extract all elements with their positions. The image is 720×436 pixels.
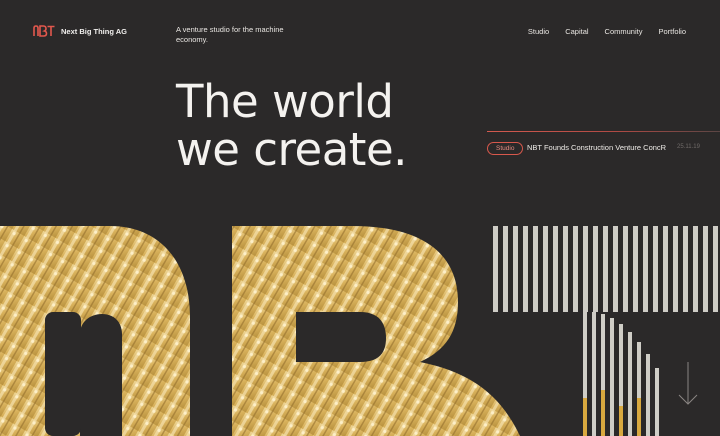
nav-studio[interactable]: Studio bbox=[528, 27, 549, 36]
news-category-badge[interactable]: Studio bbox=[487, 142, 524, 155]
hero-title-line-1: The world bbox=[176, 75, 394, 128]
main-nav: Studio Capital Community Portfolio bbox=[528, 27, 686, 36]
nbt-logo-icon bbox=[33, 25, 55, 37]
arrow-down-icon[interactable] bbox=[678, 362, 698, 406]
news-ticker: Studio NBT Founds Construction Venture C… bbox=[487, 131, 720, 161]
news-date: 25.11.19 bbox=[677, 144, 700, 150]
news-divider bbox=[487, 131, 720, 132]
nav-community[interactable]: Community bbox=[605, 27, 643, 36]
news-headline-link[interactable]: NBT Founds Construction Venture ConcR bbox=[527, 143, 666, 152]
tagline: A venture studio for the machine economy… bbox=[176, 25, 284, 44]
brand-name: Next Big Thing AG bbox=[61, 26, 127, 36]
nbt-letters-artwork bbox=[0, 226, 718, 436]
nav-capital[interactable]: Capital bbox=[565, 27, 588, 36]
site-header: Next Big Thing AG A venture studio for t… bbox=[0, 0, 720, 60]
hero-title-line-2: we create. bbox=[176, 123, 407, 176]
logo[interactable]: Next Big Thing AG bbox=[33, 25, 127, 37]
hero-title: The world we create. bbox=[176, 78, 407, 174]
nav-portfolio[interactable]: Portfolio bbox=[658, 27, 686, 36]
